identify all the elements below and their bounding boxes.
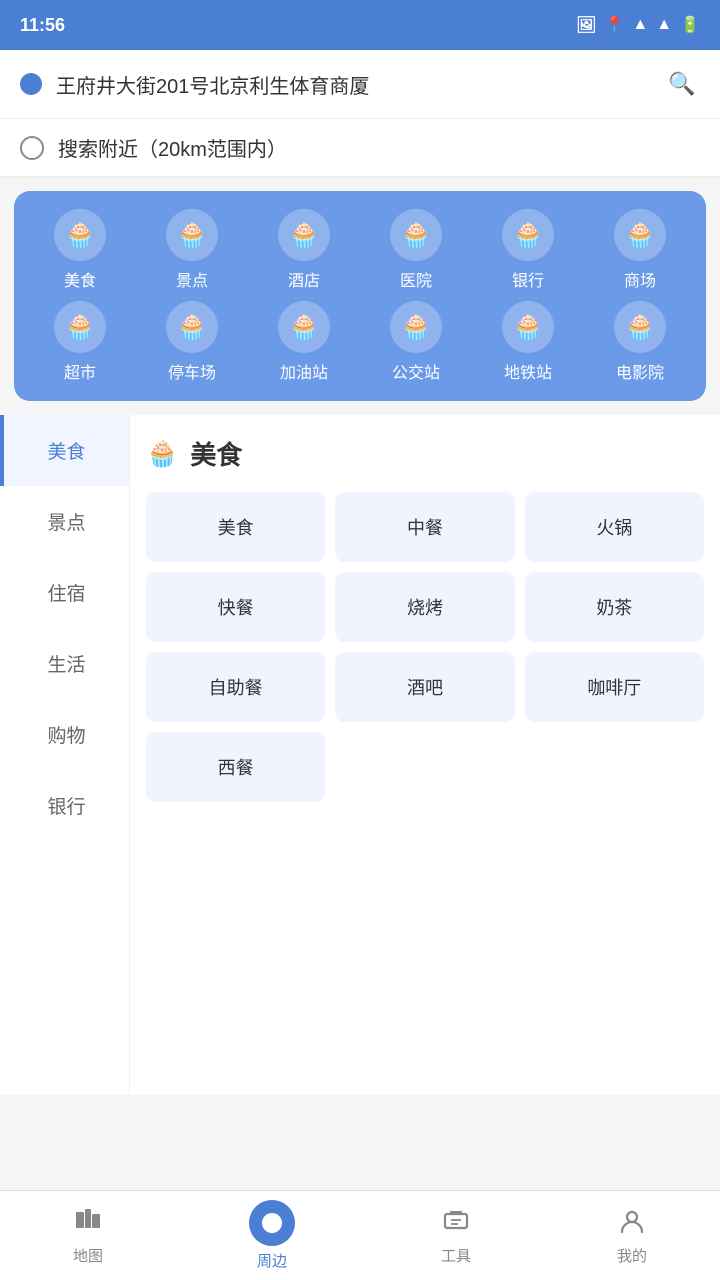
bank-icon: 🧁 (502, 209, 554, 261)
nearby-toggle-row[interactable]: 搜索附近（20km范围内） (0, 119, 720, 177)
right-panel: 🧁 美食 美食 中餐 火锅 快餐 烧烤 奶茶 自助餐 酒吧 咖啡厅 西餐 (130, 415, 720, 1095)
panel-header: 🧁 美食 (146, 435, 704, 472)
gas-icon: 🧁 (278, 301, 330, 353)
hotel-icon: 🧁 (278, 209, 330, 261)
search-bar: 王府井大街201号北京利生体育商厦 🔍 (0, 50, 720, 119)
nav-mine[interactable]: 我的 (597, 1198, 667, 1274)
location-icon: 📍 (604, 15, 624, 35)
food-label: 美食 (64, 267, 96, 291)
category-row-1: 🧁 美食 🧁 景点 🧁 酒店 🧁 医院 🧁 银行 🧁 商场 (24, 209, 696, 291)
sidebar-item-food[interactable]: 美食 (0, 415, 129, 486)
nav-mine-label: 我的 (617, 1245, 647, 1266)
sidebar-item-shopping[interactable]: 购物 (0, 699, 129, 770)
location-text[interactable]: 王府井大街201号北京利生体育商厦 (56, 70, 650, 99)
panel-title: 美食 (190, 435, 242, 472)
nearby-dot (249, 1200, 295, 1246)
metro-icon: 🧁 (502, 301, 554, 353)
signal-icon: ▲ (656, 16, 672, 34)
search-button[interactable]: 🔍 (664, 66, 700, 102)
scenery-icon: 🧁 (166, 209, 218, 261)
category-hospital[interactable]: 🧁 医院 (371, 209, 461, 291)
category-grid: 🧁 美食 🧁 景点 🧁 酒店 🧁 医院 🧁 银行 🧁 商场 🧁 超市 (14, 191, 706, 401)
nav-map-label: 地图 (73, 1245, 103, 1266)
photo-icon: 🖼 (576, 15, 596, 35)
nav-tools-label: 工具 (441, 1245, 471, 1266)
nearby-dot-inner (262, 1213, 282, 1233)
cinema-label: 电影院 (616, 359, 664, 383)
category-mall[interactable]: 🧁 商场 (595, 209, 685, 291)
sub-western[interactable]: 西餐 (146, 732, 325, 802)
category-parking[interactable]: 🧁 停车场 (147, 301, 237, 383)
supermarket-label: 超市 (64, 359, 96, 383)
nearby-label: 搜索附近（20km范围内） (58, 133, 287, 162)
sidebar-item-bank[interactable]: 银行 (0, 770, 129, 841)
nav-nearby-label: 周边 (257, 1250, 287, 1271)
category-bus[interactable]: 🧁 公交站 (371, 301, 461, 383)
mall-icon: 🧁 (614, 209, 666, 261)
scenery-label: 景点 (176, 267, 208, 291)
location-dot-icon (20, 73, 42, 95)
battery-icon: 🔋 (680, 15, 700, 35)
status-icons: 🖼 📍 ▲ ▲ 🔋 (576, 15, 700, 35)
sidebar-item-scenery[interactable]: 景点 (0, 486, 129, 557)
hospital-label: 医院 (400, 267, 432, 291)
sub-bbq[interactable]: 烧烤 (335, 572, 514, 642)
status-bar: 11:56 🖼 📍 ▲ ▲ 🔋 (0, 0, 720, 50)
category-supermarket[interactable]: 🧁 超市 (35, 301, 125, 383)
sub-milktea[interactable]: 奶茶 (525, 572, 704, 642)
category-scenery[interactable]: 🧁 景点 (147, 209, 237, 291)
category-cinema[interactable]: 🧁 电影院 (595, 301, 685, 383)
sub-fastfood[interactable]: 快餐 (146, 572, 325, 642)
category-bank[interactable]: 🧁 银行 (483, 209, 573, 291)
sub-buffet[interactable]: 自助餐 (146, 652, 325, 722)
mall-label: 商场 (624, 267, 656, 291)
sub-cafe[interactable]: 咖啡厅 (525, 652, 704, 722)
nav-map[interactable]: 地图 (53, 1198, 123, 1274)
sub-food[interactable]: 美食 (146, 492, 325, 562)
map-icon (74, 1206, 102, 1241)
sub-hotpot[interactable]: 火锅 (525, 492, 704, 562)
nearby-radio[interactable] (20, 136, 44, 160)
bus-label: 公交站 (392, 359, 440, 383)
sidebar-item-life[interactable]: 生活 (0, 628, 129, 699)
parking-icon: 🧁 (166, 301, 218, 353)
category-metro[interactable]: 🧁 地铁站 (483, 301, 573, 383)
gas-label: 加油站 (280, 359, 328, 383)
left-sidebar: 美食 景点 住宿 生活 购物 银行 (0, 415, 130, 1095)
bus-icon: 🧁 (390, 301, 442, 353)
subcategory-grid: 美食 中餐 火锅 快餐 烧烤 奶茶 自助餐 酒吧 咖啡厅 西餐 (146, 492, 704, 802)
category-gas[interactable]: 🧁 加油站 (259, 301, 349, 383)
category-row-2: 🧁 超市 🧁 停车场 🧁 加油站 🧁 公交站 🧁 地铁站 🧁 电影院 (24, 301, 696, 383)
wifi-icon: ▲ (632, 16, 648, 34)
status-time: 11:56 (20, 15, 65, 36)
nav-tools[interactable]: 工具 (421, 1198, 491, 1274)
parking-label: 停车场 (168, 359, 216, 383)
hotel-label: 酒店 (288, 267, 320, 291)
bottom-nav: 地图 周边 工具 我的 (0, 1190, 720, 1280)
category-hotel[interactable]: 🧁 酒店 (259, 209, 349, 291)
mine-icon (618, 1206, 646, 1241)
nav-nearby[interactable]: 周边 (229, 1192, 315, 1279)
sidebar-item-stay[interactable]: 住宿 (0, 557, 129, 628)
hospital-icon: 🧁 (390, 209, 442, 261)
supermarket-icon: 🧁 (54, 301, 106, 353)
cinema-icon: 🧁 (614, 301, 666, 353)
bank-label: 银行 (512, 267, 544, 291)
sub-chinese[interactable]: 中餐 (335, 492, 514, 562)
category-food[interactable]: 🧁 美食 (35, 209, 125, 291)
tools-icon (442, 1206, 470, 1241)
main-content: 美食 景点 住宿 生活 购物 银行 🧁 美食 美食 中餐 火锅 快餐 烧烤 奶茶… (0, 415, 720, 1095)
metro-label: 地铁站 (504, 359, 552, 383)
sub-bar[interactable]: 酒吧 (335, 652, 514, 722)
panel-food-icon: 🧁 (146, 438, 178, 469)
food-icon: 🧁 (54, 209, 106, 261)
